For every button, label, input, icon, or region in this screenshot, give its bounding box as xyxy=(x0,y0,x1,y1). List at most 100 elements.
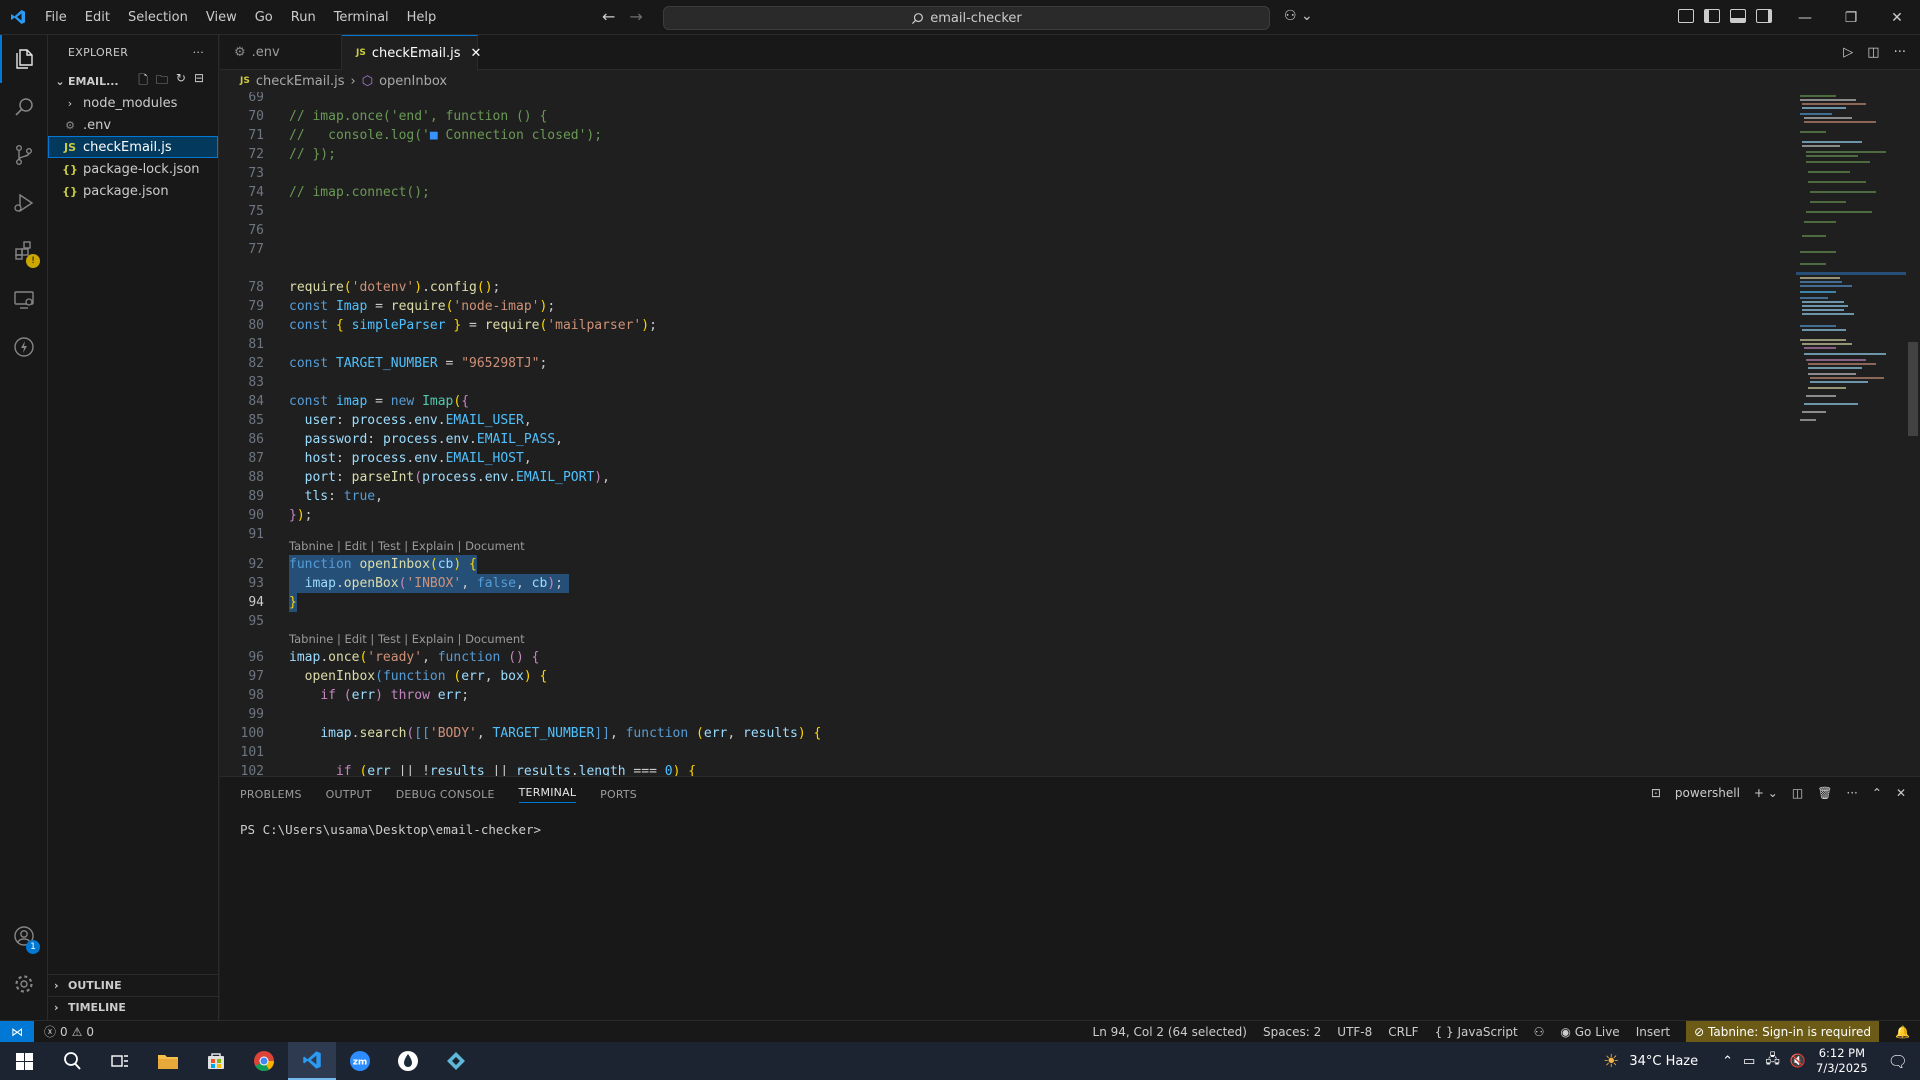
new-file-icon[interactable]: 🗋 xyxy=(138,71,148,92)
arrow-left-icon[interactable]: ← xyxy=(602,7,615,26)
tray-chevron-up-icon[interactable]: ⌃ xyxy=(1722,1054,1733,1069)
scrollbar-thumb[interactable] xyxy=(1908,342,1918,436)
json-file-icon: {} xyxy=(62,184,78,198)
split-editor-icon[interactable]: ◫ xyxy=(1867,45,1879,60)
collapse-all-icon[interactable]: ⊟ xyxy=(194,71,204,92)
indentation[interactable]: Spaces: 2 xyxy=(1263,1025,1321,1039)
settings-gear-icon[interactable] xyxy=(0,960,48,1008)
clock[interactable]: 6:12 PM 7/3/2025 xyxy=(1816,1046,1868,1076)
breadcrumb-file[interactable]: checkEmail.js xyxy=(256,74,345,89)
tree-item-node-modules[interactable]: › node_modules xyxy=(48,92,218,114)
command-center-search[interactable]: email-checker xyxy=(663,6,1270,30)
maximize-panel-icon[interactable]: ⌃ xyxy=(1872,786,1882,800)
windows-start-icon[interactable] xyxy=(0,1042,48,1080)
menu-run[interactable]: Run xyxy=(282,0,325,35)
tab-debug-console[interactable]: DEBUG CONSOLE xyxy=(396,788,495,801)
vertical-scrollbar[interactable] xyxy=(1906,92,1920,776)
tabnine-codelens[interactable]: Tabnine | Edit | Test | Explain | Docume… xyxy=(289,538,525,554)
toggle-secondary-sidebar-icon[interactable] xyxy=(1756,9,1772,23)
tab-problems[interactable]: PROBLEMS xyxy=(240,788,302,801)
go-live[interactable]: ◉ Go Live xyxy=(1560,1025,1619,1039)
battery-icon[interactable]: ▭ xyxy=(1743,1054,1755,1069)
breadcrumb-symbol[interactable]: openInbox xyxy=(379,74,447,89)
code-editor[interactable]: 69 70 71 72 73 74 75 76 77 78 79 80 81 82 83 84 85 86 87 88… xyxy=(220,92,1796,776)
tab-ports[interactable]: PORTS xyxy=(600,788,637,801)
arrow-right-icon[interactable]: → xyxy=(629,7,642,26)
run-icon[interactable]: ▷ xyxy=(1843,45,1853,60)
customize-layout-icon[interactable] xyxy=(1678,9,1694,23)
insert-mode[interactable]: Insert xyxy=(1636,1025,1670,1039)
explorer-icon[interactable] xyxy=(0,35,48,83)
copilot-icon[interactable]: ⚇ ⌄ xyxy=(1284,8,1313,24)
zoom-icon[interactable]: zm xyxy=(336,1042,384,1080)
run-debug-icon[interactable] xyxy=(0,179,48,227)
terminal-prompt[interactable]: PS C:\Users\usama\Desktop\email-checker> xyxy=(240,822,541,837)
menu-file[interactable]: File xyxy=(36,0,76,35)
tabnine-status[interactable]: ⊘ Tabnine: Sign-in is required xyxy=(1686,1020,1880,1043)
weather-sun-icon[interactable]: ☀ xyxy=(1603,1051,1619,1072)
menu-view[interactable]: View xyxy=(197,0,246,35)
toggle-panel-icon[interactable] xyxy=(1730,9,1746,23)
problems-status[interactable]: ⓧ 0 ⚠ 0 xyxy=(44,1023,94,1040)
language-mode[interactable]: { } JavaScript xyxy=(1435,1025,1518,1039)
timeline-section[interactable]: › TIMELINE xyxy=(48,996,219,1018)
file-explorer-icon[interactable] xyxy=(144,1042,192,1080)
cursor-position[interactable]: Ln 94, Col 2 (64 selected) xyxy=(1093,1025,1247,1039)
taskbar-search-icon[interactable] xyxy=(48,1042,96,1080)
tab-checkemail[interactable]: JS checkEmail.js ✕ xyxy=(342,35,481,70)
toggle-primary-sidebar-icon[interactable] xyxy=(1704,9,1720,23)
minimize-icon[interactable]: — xyxy=(1782,0,1828,35)
more-actions-icon[interactable]: ··· xyxy=(1846,786,1857,800)
vscode-taskbar-icon[interactable] xyxy=(288,1042,336,1080)
app-drop-icon[interactable] xyxy=(384,1042,432,1080)
encoding[interactable]: UTF-8 xyxy=(1337,1025,1372,1039)
outline-section[interactable]: › OUTLINE xyxy=(48,974,219,996)
new-terminal-icon[interactable]: + ⌄ xyxy=(1754,786,1778,800)
copilot-status-icon[interactable]: ⚇ xyxy=(1534,1025,1545,1039)
tree-item-package-lock[interactable]: {} package-lock.json xyxy=(48,158,218,180)
notifications-bell-icon[interactable]: 🔔 xyxy=(1895,1025,1910,1039)
tree-item-package-json[interactable]: {} package.json xyxy=(48,180,218,202)
task-view-icon[interactable] xyxy=(96,1042,144,1080)
tabnine-icon[interactable] xyxy=(0,323,48,371)
microsoft-store-icon[interactable] xyxy=(192,1042,240,1080)
menu-help[interactable]: Help xyxy=(398,0,446,35)
terminal-shell-name[interactable]: powershell xyxy=(1675,786,1740,800)
accounts-icon[interactable]: 1 xyxy=(0,912,48,960)
workspace-folder[interactable]: ⌄ EMAIL... 🗋 🗀 ↻ ⊟ xyxy=(48,70,218,92)
tab-output[interactable]: OUTPUT xyxy=(326,788,372,801)
tree-item-env[interactable]: ⚙ .env xyxy=(48,114,218,136)
remote-indicator-icon[interactable]: ⋈ xyxy=(0,1020,34,1043)
new-folder-icon[interactable]: 🗀 xyxy=(156,71,168,92)
tabnine-codelens[interactable]: Tabnine | Edit | Test | Explain | Docume… xyxy=(289,631,525,647)
menu-edit[interactable]: Edit xyxy=(76,0,119,35)
end-of-line[interactable]: CRLF xyxy=(1388,1025,1418,1039)
remote-explorer-icon[interactable] xyxy=(0,275,48,323)
refresh-icon[interactable]: ↻ xyxy=(176,71,186,92)
app-diamond-icon[interactable] xyxy=(432,1042,480,1080)
weather-text[interactable]: 34°C Haze xyxy=(1629,1054,1698,1069)
source-control-icon[interactable] xyxy=(0,131,48,179)
network-icon[interactable]: 🖧 xyxy=(1765,1050,1780,1072)
minimap[interactable] xyxy=(1796,92,1906,776)
more-actions-icon[interactable]: ··· xyxy=(1894,45,1906,60)
trash-icon[interactable]: 🗑 xyxy=(1817,786,1832,800)
menu-go[interactable]: Go xyxy=(246,0,282,35)
tab-terminal[interactable]: TERMINAL xyxy=(518,786,577,803)
tree-item-checkemail[interactable]: JS checkEmail.js xyxy=(48,136,218,158)
close-panel-icon[interactable]: ✕ xyxy=(1896,786,1906,800)
close-icon[interactable]: ✕ xyxy=(471,46,482,61)
close-window-icon[interactable]: ✕ xyxy=(1874,0,1920,35)
explorer-title: EXPLORER xyxy=(68,46,129,59)
extensions-icon[interactable]: ! xyxy=(0,227,48,275)
notification-center-icon[interactable]: 🗨 xyxy=(1888,1052,1908,1071)
tab-env[interactable]: ⚙ .env xyxy=(220,35,342,70)
search-icon[interactable] xyxy=(0,83,48,131)
chrome-icon[interactable] xyxy=(240,1042,288,1080)
menu-terminal[interactable]: Terminal xyxy=(325,0,398,35)
more-actions-icon[interactable]: ··· xyxy=(193,46,204,59)
split-terminal-icon[interactable]: ◫ xyxy=(1792,786,1803,800)
restore-icon[interactable]: ❐ xyxy=(1828,0,1874,35)
volume-muted-icon[interactable]: 🔇 xyxy=(1790,1054,1806,1069)
menu-selection[interactable]: Selection xyxy=(119,0,197,35)
